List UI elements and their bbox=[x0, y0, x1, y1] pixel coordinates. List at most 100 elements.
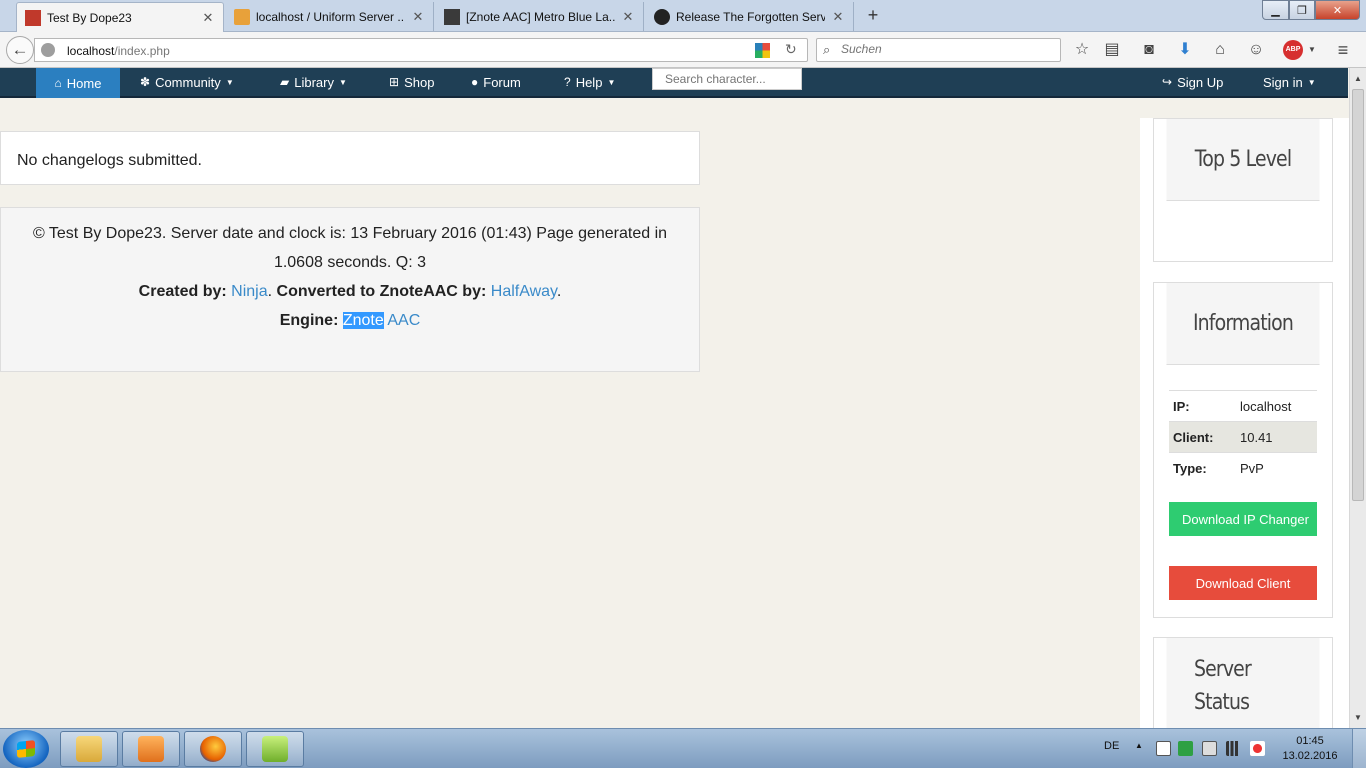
nav-library[interactable]: ▰ Library ▼ bbox=[280, 68, 347, 96]
hello-chat-icon[interactable]: ☺ bbox=[1246, 40, 1266, 60]
engine-label: Engine: bbox=[279, 312, 339, 329]
nav-community-label: Community bbox=[155, 74, 221, 90]
taskbar-explorer[interactable] bbox=[60, 731, 118, 767]
server-status-title-line2: Status bbox=[1193, 689, 1250, 715]
cart-icon: ⊞ bbox=[389, 75, 400, 89]
znote-aac-link[interactable]: Znote AAC bbox=[342, 312, 420, 329]
new-tab-button[interactable]: + bbox=[862, 6, 884, 26]
changelog-panel: No changelogs submitted. bbox=[0, 131, 700, 185]
nav-shop[interactable]: ⊞ Shop bbox=[389, 68, 434, 96]
close-tab-icon[interactable]: ✕ bbox=[411, 9, 425, 25]
clock-date: 13.02.2016 bbox=[1282, 750, 1338, 762]
volume-muted-icon[interactable] bbox=[1250, 741, 1265, 756]
nav-help[interactable]: ? Help ▼ bbox=[564, 68, 615, 96]
close-tab-icon[interactable]: ✕ bbox=[621, 9, 635, 25]
character-search-input[interactable] bbox=[653, 69, 801, 89]
nav-forum-label: Forum bbox=[483, 74, 521, 90]
download-ip-changer-button[interactable]: Download IP Changer bbox=[1169, 502, 1317, 536]
info-label: Client: bbox=[1169, 421, 1236, 453]
maximize-window-button[interactable]: ❐ bbox=[1289, 0, 1315, 20]
close-window-button[interactable]: ✕ bbox=[1315, 0, 1360, 20]
clock-time: 01:45 bbox=[1296, 735, 1324, 747]
info-value: 10.41 bbox=[1236, 421, 1317, 453]
table-row: Client: 10.41 bbox=[1169, 421, 1317, 453]
show-desktop-button[interactable] bbox=[1352, 729, 1366, 768]
nav-forum[interactable]: ● Forum bbox=[471, 68, 521, 96]
clock[interactable]: 01:45 13.02.2016 bbox=[1270, 734, 1350, 764]
taskbar-firefox[interactable] bbox=[184, 731, 242, 767]
server-status-widget: Server Status bbox=[1153, 637, 1333, 733]
scrollbar-thumb[interactable] bbox=[1352, 89, 1364, 501]
minimize-window-button[interactable]: ▁ bbox=[1262, 0, 1289, 20]
nav-community[interactable]: ✽ Community ▼ bbox=[140, 68, 234, 96]
language-indicator[interactable]: DE bbox=[1104, 740, 1119, 752]
tab-release-forgotten-server[interactable]: Release The Forgotten Serv... ✕ bbox=[646, 2, 854, 31]
page-content: No changelogs submitted. © Test By Dope2… bbox=[0, 98, 1350, 733]
adblock-plus-icon[interactable]: ABP bbox=[1283, 40, 1303, 60]
halfaway-link[interactable]: HalfAway bbox=[491, 283, 557, 300]
tab-uniform-server[interactable]: localhost / Uniform Server ... ✕ bbox=[226, 2, 434, 31]
created-by-label: Created by: bbox=[138, 283, 227, 300]
system-tray: DE ▲ 01:45 13.02.2016 bbox=[1090, 729, 1366, 768]
caret-down-icon: ▼ bbox=[1307, 77, 1316, 87]
bookmark-star-icon[interactable]: ☆ bbox=[1072, 40, 1092, 60]
network-signal-icon[interactable] bbox=[1226, 741, 1241, 756]
nav-sign-in[interactable]: Sign in ▼ bbox=[1263, 68, 1316, 96]
close-tab-icon[interactable]: ✕ bbox=[831, 9, 845, 25]
download-client-button[interactable]: Download Client bbox=[1169, 566, 1317, 600]
nav-home[interactable]: ⌂ Home bbox=[36, 68, 120, 98]
nav-sign-up-label: Sign Up bbox=[1177, 74, 1224, 90]
caret-down-icon: ▼ bbox=[338, 77, 347, 87]
character-search[interactable] bbox=[652, 68, 802, 90]
url-bar[interactable]: localhost/index.php ↻ bbox=[34, 38, 808, 62]
top5-level-title: Top 5 Level bbox=[1166, 119, 1320, 201]
scroll-up-icon[interactable]: ▲ bbox=[1354, 74, 1362, 83]
footer-period: . bbox=[267, 283, 273, 300]
site-navigation: ⌂ Home ✽ Community ▼ ▰ Library ▼ ⊞ Shop … bbox=[0, 68, 1348, 98]
browser-search-box[interactable]: ⌕ bbox=[816, 38, 1061, 62]
footer-credits: Created by: Ninja. Converted to ZnoteAAC… bbox=[1, 277, 699, 306]
site-identity-icon[interactable] bbox=[41, 43, 55, 57]
url-path: /index.php bbox=[114, 44, 170, 58]
back-button[interactable]: ← bbox=[6, 36, 34, 64]
search-icon: ⌕ bbox=[823, 42, 831, 57]
url-host: localhost bbox=[67, 44, 115, 58]
show-hidden-icons-icon[interactable]: ▲ bbox=[1135, 741, 1143, 750]
pocket-icon[interactable]: ◙ bbox=[1139, 40, 1159, 60]
scroll-down-icon[interactable]: ▼ bbox=[1354, 713, 1362, 722]
server-status-title: Server Status bbox=[1166, 638, 1320, 733]
tab-test-by-dope23[interactable]: Test By Dope23 ✕ bbox=[16, 2, 224, 33]
info-value: PvP bbox=[1236, 452, 1317, 484]
footer-engine: Engine: Znote AAC bbox=[1, 306, 699, 335]
browser-search-input[interactable] bbox=[841, 42, 1051, 56]
downloads-icon[interactable]: ⬇ bbox=[1175, 40, 1195, 60]
reload-icon[interactable]: ↻ bbox=[785, 41, 797, 58]
ninja-link[interactable]: Ninja bbox=[231, 283, 267, 300]
information-widget: Information IP: localhost Client: 10.41 … bbox=[1153, 282, 1333, 618]
hamburger-menu-icon[interactable]: ≡ bbox=[1333, 40, 1353, 60]
tab-znote-aac-metro[interactable]: [Znote AAC] Metro Blue La... ✕ bbox=[436, 2, 644, 31]
share-icon: ↪ bbox=[1162, 75, 1173, 89]
close-tab-icon[interactable]: ✕ bbox=[201, 10, 215, 26]
taskbar-notepadpp[interactable] bbox=[246, 731, 304, 767]
information-title: Information bbox=[1166, 283, 1320, 365]
tab-title: localhost / Uniform Server ... bbox=[256, 9, 405, 24]
home-icon[interactable]: ⌂ bbox=[1210, 40, 1230, 60]
taskbar-media-player[interactable] bbox=[122, 731, 180, 767]
question-icon: ? bbox=[564, 75, 571, 89]
nav-help-label: Help bbox=[575, 74, 603, 90]
start-button[interactable] bbox=[3, 730, 49, 768]
url-text[interactable]: localhost/index.php bbox=[67, 44, 170, 58]
chevron-down-icon[interactable]: ▼ bbox=[1302, 40, 1322, 60]
action-center-icon[interactable] bbox=[1156, 741, 1171, 756]
paw-icon: ✽ bbox=[140, 75, 151, 89]
page-scrollbar[interactable]: ▲ ▼ bbox=[1349, 68, 1366, 728]
bookmarks-menu-icon[interactable]: ▤ bbox=[1102, 40, 1122, 60]
green-app-tray-icon[interactable] bbox=[1178, 741, 1193, 756]
folder-icon bbox=[76, 736, 102, 762]
device-tray-icon[interactable] bbox=[1202, 741, 1217, 756]
nav-sign-up[interactable]: ↪ Sign Up bbox=[1162, 68, 1223, 96]
extension-icon[interactable] bbox=[755, 43, 770, 58]
browser-tab-strip: Test By Dope23 ✕ localhost / Uniform Ser… bbox=[0, 0, 1366, 33]
comment-icon: ● bbox=[471, 75, 479, 89]
